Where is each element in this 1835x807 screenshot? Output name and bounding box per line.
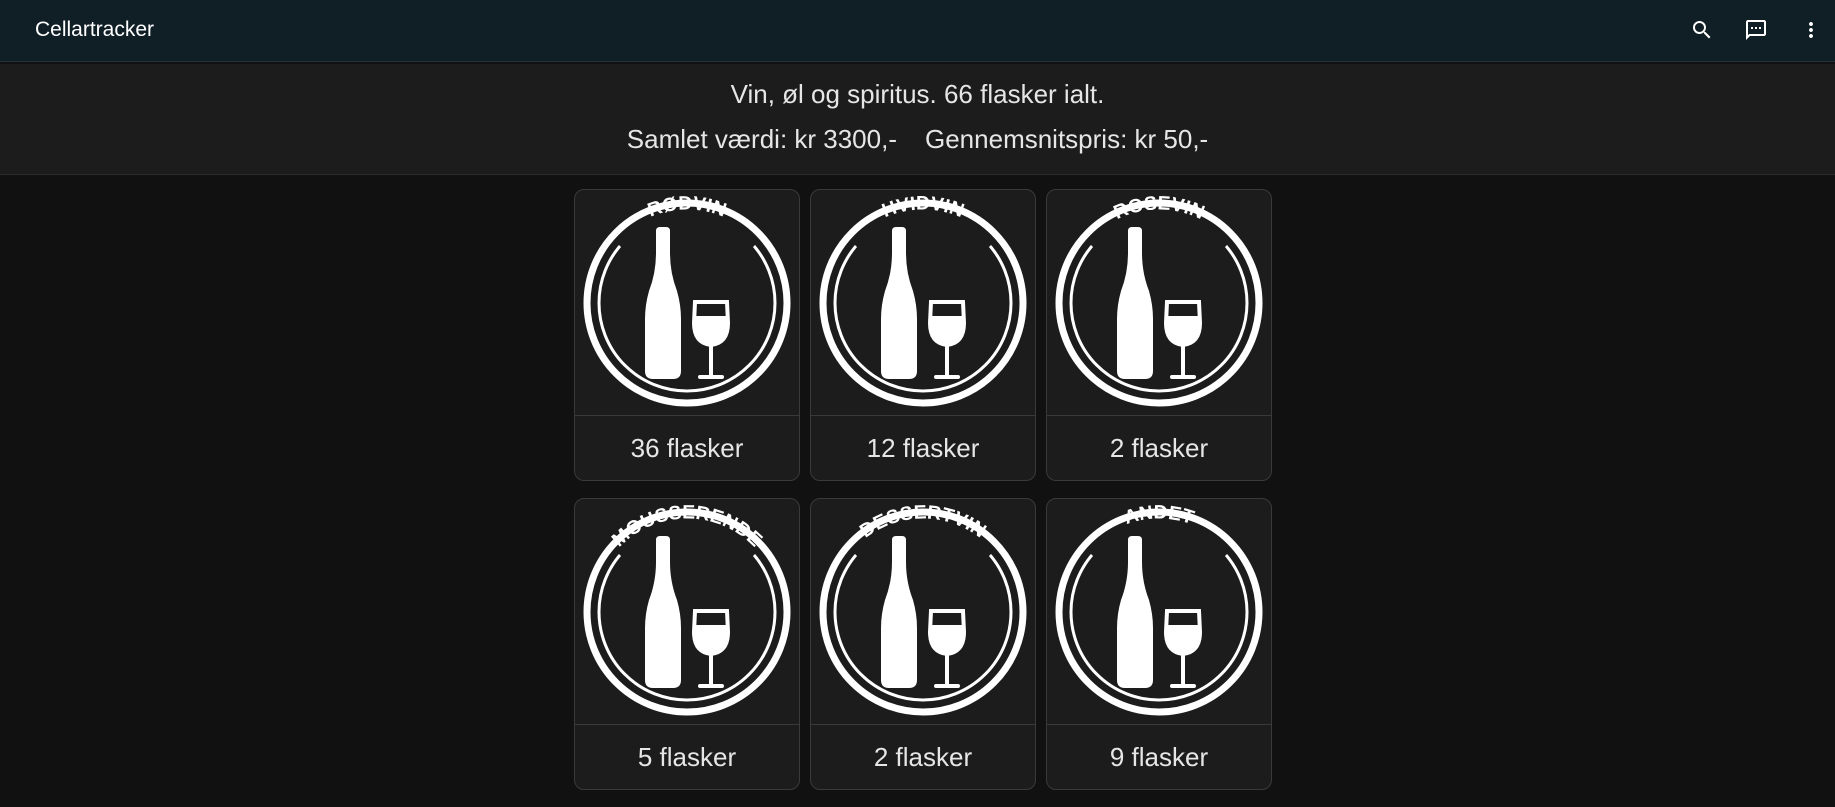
wine-badge-graphic: RØDVIN [583,195,791,407]
bottle-count: 36 flasker [575,415,799,480]
top-app-bar: Cellartracker [0,0,1835,62]
category-card-hvidvin[interactable]: HVIDVIN 12 flasker [810,189,1036,481]
summary-values: Samlet værdi: kr 3300,- Gennemsnitspris: … [0,124,1835,155]
wine-badge-graphic: ROSÉVIN [1055,195,1263,407]
bottle-count: 9 flasker [1047,724,1271,789]
wine-badge: ANDET [1047,499,1271,725]
bottle-icon [881,227,917,379]
badge-outer-ring [1055,508,1263,716]
bottle-count: 5 flasker [575,724,799,789]
average-price: Gennemsnitspris: kr 50,- [925,124,1209,154]
more-vert-icon[interactable] [1795,14,1827,46]
badge-outer-ring [1055,199,1263,407]
total-value: Samlet værdi: kr 3300,- [626,124,897,154]
bottle-count: 2 flasker [1047,415,1271,480]
category-card-roedvin[interactable]: RØDVIN 36 flasker [574,189,800,481]
wine-badge: ROSÉVIN [1047,190,1271,416]
bottle-icon [645,227,681,379]
search-icon[interactable] [1686,14,1718,46]
wine-badge-graphic: DESSERTVIN [819,504,1027,716]
badge-outer-ring [583,199,791,407]
feedback-icon[interactable] [1740,14,1772,46]
summary-total-bottles: Vin, øl og spiritus. 66 flasker ialt. [730,79,1105,109]
category-card-dessertvin[interactable]: DESSERTVIN 2 flasker [810,498,1036,790]
category-card-mousserende[interactable]: MOUSSERENDE 5 flasker [574,498,800,790]
wine-badge: RØDVIN [575,190,799,416]
wine-badge: MOUSSERENDE [575,499,799,725]
wine-badge-graphic: HVIDVIN [819,195,1027,407]
wine-badge: DESSERTVIN [811,499,1035,725]
bottle-count: 12 flasker [811,415,1035,480]
wine-badge-graphic: ANDET [1055,504,1263,716]
badge-outer-ring [819,508,1027,716]
wine-badge-graphic: MOUSSERENDE [583,504,791,716]
category-card-rosevin[interactable]: ROSÉVIN 2 flasker [1046,189,1272,481]
app-title: Cellartracker [35,18,155,41]
bottle-count: 2 flasker [811,724,1035,789]
wine-badge: HVIDVIN [811,190,1035,416]
bottle-icon [645,536,681,688]
category-card-andet[interactable]: ANDET 9 flasker [1046,498,1272,790]
bottle-icon [881,536,917,688]
bottle-icon [1117,536,1153,688]
badge-outer-ring [819,199,1027,407]
summary-panel: Vin, øl og spiritus. 66 flasker ialt. Sa… [0,64,1835,175]
bottle-icon [1117,227,1153,379]
